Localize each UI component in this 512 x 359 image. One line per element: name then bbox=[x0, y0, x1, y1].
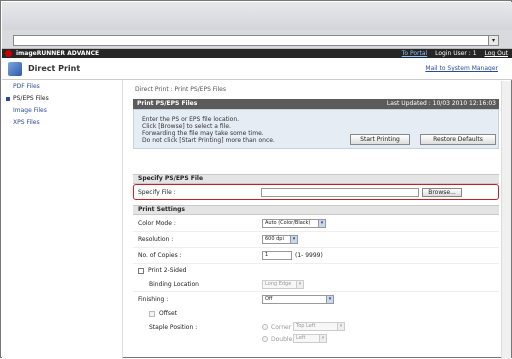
address-dropdown-button[interactable]: ▾ bbox=[488, 36, 498, 45]
finishing-label: Finishing : bbox=[138, 296, 169, 303]
print-2-sided-label: Print 2-Sided bbox=[148, 267, 187, 274]
sidebar: PDF Files PS/EPS Files Image Files XPS F… bbox=[2, 80, 123, 359]
chevron-down-icon: ▾ bbox=[319, 335, 326, 342]
direct-print-icon bbox=[8, 62, 22, 76]
double-value: Left bbox=[296, 335, 306, 341]
divider bbox=[133, 263, 499, 264]
vertical-scrollbar[interactable] bbox=[501, 81, 511, 359]
breadcrumb: Direct Print : Print PS/EPS Files bbox=[135, 86, 226, 93]
double-label: Double bbox=[271, 336, 293, 343]
offset-label: Offset bbox=[159, 310, 178, 317]
double-select[interactable]: Left ▾ bbox=[293, 334, 327, 343]
restore-defaults-button[interactable]: Restore Defaults bbox=[420, 134, 496, 145]
sidebar-item-label: PS/EPS Files bbox=[13, 95, 49, 102]
browser-chrome: ▾ bbox=[2, 2, 512, 49]
corner-select[interactable]: Top Left ▾ bbox=[293, 322, 345, 331]
logout-link[interactable]: Log Out bbox=[484, 50, 508, 57]
corner-value: Top Left bbox=[296, 323, 316, 329]
mail-to-system-manager-link[interactable]: Mail to System Manager bbox=[425, 65, 498, 72]
copies-label: No. of Copies : bbox=[138, 252, 182, 259]
staple-position-label: Staple Position : bbox=[149, 324, 198, 331]
divider bbox=[133, 231, 499, 232]
print-settings-header: Print Settings bbox=[133, 205, 499, 215]
divider bbox=[133, 247, 499, 248]
chevron-down-icon: ▾ bbox=[290, 236, 297, 243]
corner-label: Corner bbox=[271, 324, 292, 331]
brand-name: imageRUNNER ADVANCE bbox=[16, 50, 100, 57]
color-mode-value: Auto (Color/Black) bbox=[265, 220, 311, 226]
binding-location-label: Binding Location bbox=[149, 281, 199, 288]
copies-range: (1- 9999) bbox=[295, 252, 323, 259]
chevron-down-icon: ▾ bbox=[337, 323, 344, 330]
offset-checkbox[interactable] bbox=[149, 311, 155, 317]
double-radio[interactable] bbox=[262, 336, 268, 342]
specify-file-label: Specify File : bbox=[138, 189, 176, 196]
selected-bullet-icon bbox=[6, 97, 10, 101]
user-info: To Portal Login User : 1 Log Out bbox=[396, 49, 508, 58]
sidebar-item-label: PDF Files bbox=[13, 83, 40, 90]
main-content: Direct Print : Print PS/EPS Files Print … bbox=[129, 81, 499, 359]
color-mode-select[interactable]: Auto (Color/Black) ▾ bbox=[262, 219, 326, 228]
specify-file-row: Specify File : Browse... bbox=[133, 184, 499, 200]
sidebar-item-pdf-files[interactable]: PDF Files bbox=[2, 81, 123, 92]
specify-file-input[interactable] bbox=[261, 188, 419, 197]
divider bbox=[133, 291, 499, 292]
browse-button[interactable]: Browse... bbox=[422, 188, 462, 197]
to-portal-link[interactable]: To Portal bbox=[402, 50, 427, 57]
chevron-down-icon: ▾ bbox=[318, 220, 325, 227]
info-line: Enter the PS or EPS file location. bbox=[142, 116, 240, 123]
chevron-down-icon: ▾ bbox=[296, 281, 303, 288]
sidebar-item-xps-files[interactable]: XPS Files bbox=[2, 117, 123, 128]
section-title: Print PS/EPS Files bbox=[137, 100, 198, 107]
specify-file-header: Specify PS/EPS File bbox=[133, 174, 499, 184]
canon-logo-icon bbox=[5, 50, 12, 57]
brand-bar: imageRUNNER ADVANCE To Portal Login User… bbox=[2, 49, 512, 58]
corner-radio[interactable] bbox=[262, 324, 268, 330]
start-printing-button[interactable]: Start Printing bbox=[350, 134, 410, 145]
resolution-value: 600 dpi bbox=[265, 236, 284, 242]
title-bar: Direct Print Mail to System Manager bbox=[2, 58, 512, 80]
finishing-value: Off bbox=[265, 296, 273, 302]
address-bar[interactable]: ▾ bbox=[13, 35, 499, 46]
info-line: Click [Browse] to select a file. bbox=[142, 123, 231, 130]
page-title: Direct Print bbox=[28, 64, 81, 73]
browser-toolbar bbox=[2, 2, 512, 30]
print-2-sided-checkbox[interactable] bbox=[138, 268, 144, 274]
info-line: Do not click [Start Printing] more than … bbox=[142, 137, 275, 144]
chevron-down-icon: ▾ bbox=[326, 296, 333, 303]
login-user-label: Login User : 1 bbox=[435, 50, 477, 57]
sidebar-item-label: Image Files bbox=[13, 107, 47, 114]
resolution-label: Resolution : bbox=[138, 236, 174, 243]
finishing-select[interactable]: Off ▾ bbox=[262, 295, 334, 304]
info-line: Forwarding the file may take some time. bbox=[142, 130, 264, 137]
resolution-select[interactable]: 600 dpi ▾ bbox=[262, 235, 298, 244]
browser-window: ▾ imageRUNNER ADVANCE To Portal Login Us… bbox=[0, 0, 512, 359]
info-box: Enter the PS or EPS file location. Click… bbox=[133, 109, 499, 149]
copies-input[interactable]: 1 bbox=[262, 251, 292, 260]
sidebar-item-ps-eps-files[interactable]: PS/EPS Files bbox=[2, 93, 123, 104]
section-header: Print PS/EPS Files Last Updated : 10/03 … bbox=[133, 99, 499, 109]
color-mode-label: Color Mode : bbox=[138, 220, 176, 227]
sidebar-item-image-files[interactable]: Image Files bbox=[2, 105, 123, 116]
last-updated: Last Updated : 10/03 2010 12:16:03 bbox=[386, 100, 496, 107]
binding-location-value: Long Edge bbox=[265, 281, 292, 287]
sidebar-item-label: XPS Files bbox=[13, 119, 40, 126]
binding-location-select[interactable]: Long Edge ▾ bbox=[262, 280, 304, 289]
